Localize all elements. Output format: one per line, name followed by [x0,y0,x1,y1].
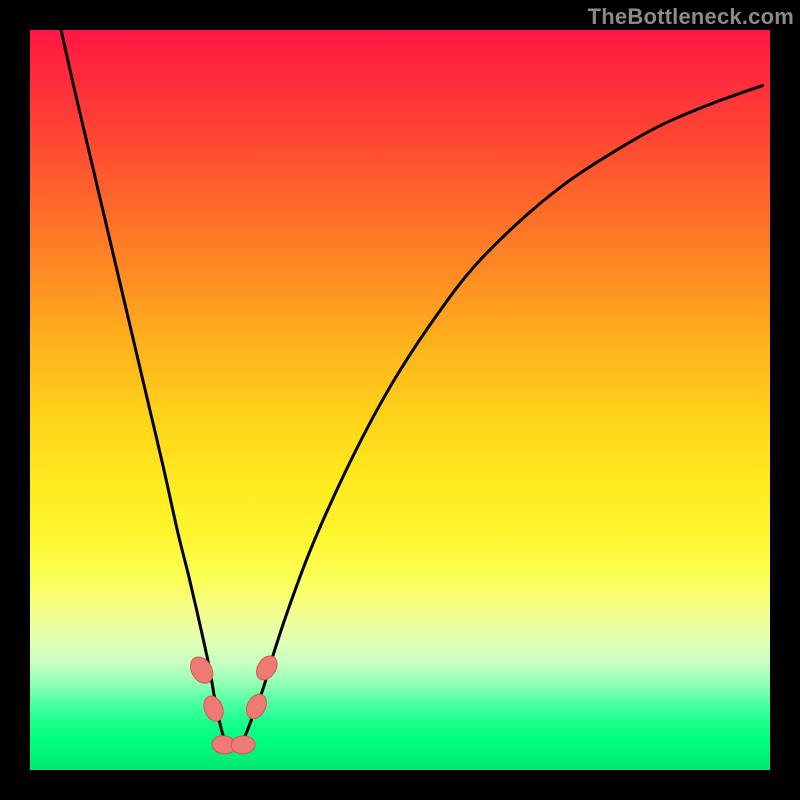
curve-layer [30,30,770,770]
marker-right-lower [242,691,270,722]
marker-bottom-right [231,735,256,755]
plot-area [30,30,770,770]
chart-frame: TheBottleneck.com [0,0,800,800]
marker-left-lower [200,693,226,724]
bottleneck-curve [61,30,763,749]
watermark-text: TheBottleneck.com [588,4,794,30]
marker-right-upper [252,652,281,684]
